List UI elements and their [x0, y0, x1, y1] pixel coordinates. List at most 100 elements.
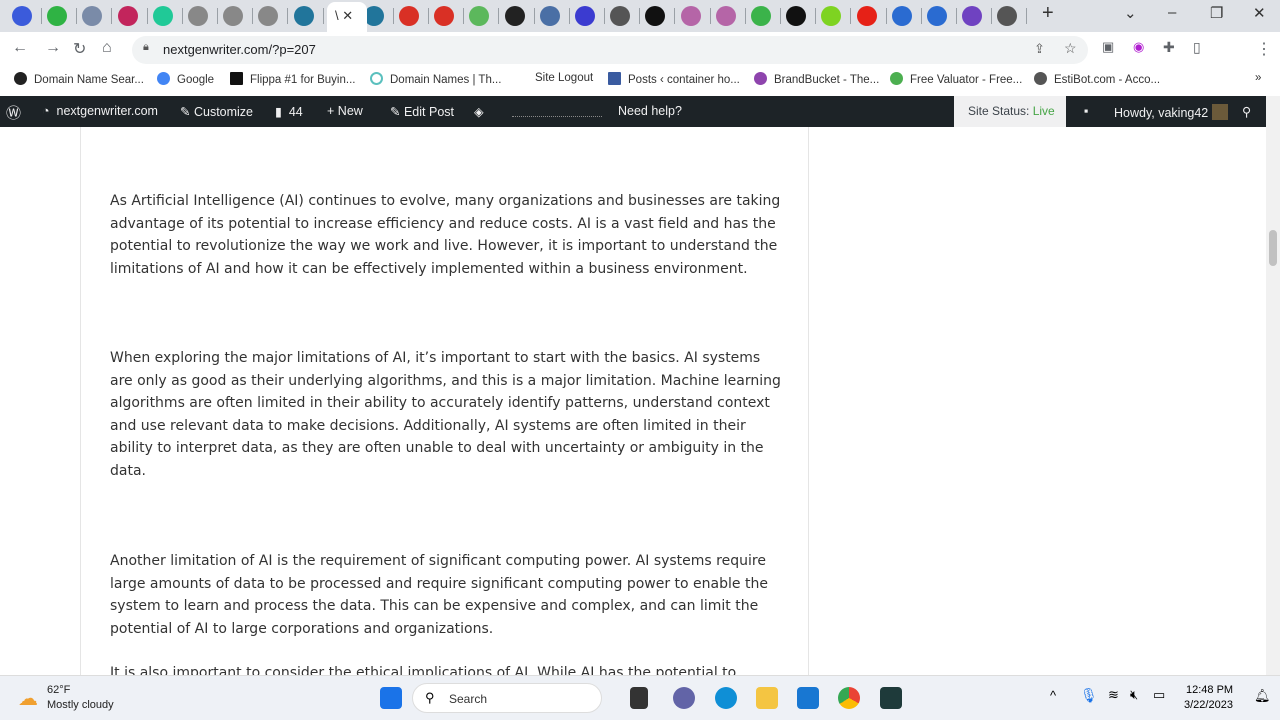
file-explorer-icon[interactable] [756, 687, 778, 709]
volume-muted-icon[interactable]: 🔇︎ [1130, 687, 1138, 703]
menu-icon[interactable]: ⋮ [1256, 39, 1272, 59]
url-text[interactable]: nextgenwriter.com/?p=207 [163, 42, 316, 57]
tab-favicon[interactable] [645, 6, 666, 26]
bookmark[interactable]: BrandBucket - The... [754, 72, 879, 86]
tab-strip [0, 0, 1280, 32]
star-icon[interactable]: ☆ [1064, 40, 1077, 57]
bookmark-label: EstiBot.com - Acco... [1054, 74, 1161, 86]
search-icon: ⚲ [425, 690, 435, 705]
tab-favicon[interactable] [434, 6, 455, 26]
terminal-app-icon[interactable] [880, 687, 902, 709]
bookmark[interactable]: Flippa #1 for Buyin... [230, 72, 355, 86]
temperature[interactable]: 62°F [47, 684, 70, 696]
mail-icon[interactable] [797, 687, 819, 709]
tab-favicon[interactable] [539, 6, 560, 26]
microphone-icon[interactable]: 🎙︎ [1080, 687, 1098, 704]
bookmark[interactable]: Google [157, 72, 214, 86]
tab-favicon[interactable] [223, 6, 244, 26]
tab-favicon[interactable] [610, 6, 631, 26]
edge-icon[interactable] [715, 687, 737, 709]
reload-icon[interactable]: ↻ [73, 39, 86, 59]
weather-text[interactable]: Mostly cloudy [47, 699, 114, 711]
taskbar-search[interactable]: ⚲ Search [412, 683, 602, 713]
extension-icon[interactable]: ▣ [1102, 39, 1114, 55]
bookmark[interactable]: Posts ‹ container ho... [608, 72, 740, 86]
tab-favicon[interactable] [12, 6, 32, 26]
extension-icon[interactable]: ◉ [1133, 39, 1144, 55]
account-menu[interactable]: Howdy, vaking42 [1114, 104, 1228, 120]
clock-time[interactable]: 12:48 PM [1186, 684, 1233, 696]
tab-favicon[interactable] [962, 6, 983, 26]
edit-post-link[interactable]: ✎ Edit Post [390, 104, 454, 119]
home-icon[interactable]: ⌂ [102, 39, 112, 57]
minimize-icon[interactable]: – [1168, 4, 1176, 21]
search-icon[interactable]: ⚲ [1242, 104, 1251, 119]
scrollbar[interactable] [1266, 96, 1280, 675]
tab-separator [322, 8, 324, 24]
tab-separator [217, 8, 218, 24]
tab-favicon[interactable] [927, 6, 947, 26]
tab-separator [674, 8, 676, 24]
tab-favicon[interactable] [258, 6, 279, 26]
start-icon[interactable] [380, 687, 402, 709]
tab-favicon[interactable] [469, 6, 490, 26]
more-bookmarks-icon[interactable]: » [1255, 72, 1261, 84]
tab-favicon[interactable] [680, 6, 701, 26]
customize-label: Customize [193, 105, 254, 119]
tab-favicon[interactable] [856, 6, 877, 26]
chrome-icon[interactable] [838, 687, 860, 709]
tab-favicon[interactable] [504, 6, 525, 26]
admin-site-link[interactable]: ◔ nextgenwriter.com [42, 104, 158, 118]
site-status[interactable]: Site Status: Live [954, 96, 1066, 127]
side-panel-icon[interactable]: ▯ [1193, 39, 1201, 56]
diamond-icon[interactable]: ◈ [474, 104, 484, 119]
stats-sparkline[interactable] [512, 116, 602, 117]
tab-favicon[interactable] [891, 6, 912, 26]
tab-title: \ [335, 8, 339, 23]
tab-favicon[interactable] [293, 6, 314, 26]
wordpress-logo-icon[interactable]: Ⓦ [6, 102, 21, 123]
need-help-link[interactable]: Need help? [618, 104, 682, 118]
address-bar[interactable]: 🔒︎ nextgenwriter.com/?p=207 ⇪ ☆ [132, 36, 1088, 64]
comments-link[interactable]: ▮ 44 [275, 104, 303, 119]
battery-icon[interactable]: ▭ [1153, 687, 1165, 703]
puzzle-icon[interactable]: ✚ [1163, 39, 1175, 56]
active-tab[interactable]: \ ✕ [327, 2, 367, 32]
tab-favicon[interactable] [821, 6, 842, 26]
tab-favicon[interactable] [786, 6, 807, 26]
tab-favicon[interactable] [117, 6, 138, 26]
tab-favicon[interactable] [47, 6, 68, 26]
tab-favicon[interactable] [82, 6, 103, 26]
bookmark[interactable]: EstiBot.com - Acco... [1034, 72, 1160, 86]
close-window-icon[interactable]: ✕ [1253, 4, 1266, 22]
new-link[interactable]: + New [327, 104, 363, 118]
clock-date[interactable]: 3/22/2023 [1184, 699, 1233, 711]
forward-icon[interactable]: → [45, 39, 61, 57]
tab-favicon[interactable] [997, 6, 1018, 26]
close-tab-icon[interactable]: ✕ [342, 8, 353, 23]
tab-favicon[interactable] [399, 6, 419, 26]
tab-separator [146, 8, 148, 24]
notification-icon[interactable]: ▪ [1084, 104, 1088, 118]
app-icon[interactable] [630, 687, 648, 709]
restore-icon[interactable]: ❐ [1210, 4, 1223, 22]
back-icon[interactable]: ← [12, 39, 28, 57]
scrollbar-thumb[interactable] [1269, 230, 1277, 266]
bookmark[interactable]: Free Valuator - Free... [890, 72, 1022, 86]
tab-favicon[interactable] [152, 6, 173, 26]
customize-link[interactable]: ✎ Customize [180, 104, 253, 119]
tab-favicon[interactable] [751, 6, 771, 26]
share-icon[interactable]: ⇪ [1034, 41, 1045, 57]
tab-favicon[interactable] [575, 6, 595, 26]
wifi-icon[interactable]: ≋ [1108, 687, 1119, 703]
bookmark[interactable]: Domain Name Sear... [14, 72, 144, 86]
tab-search-icon[interactable]: ⌄ [1124, 4, 1137, 22]
new-tab-icon[interactable]: + [1042, 2, 1054, 25]
teams-icon[interactable] [673, 687, 695, 709]
notifications-icon[interactable]: 🔔︎ [1254, 688, 1271, 704]
tab-favicon[interactable] [715, 6, 736, 26]
tray-chevron-icon[interactable]: ^ [1050, 688, 1056, 703]
bookmark[interactable]: Site Logout [535, 72, 593, 84]
bookmark[interactable]: Domain Names | Th... [370, 72, 501, 86]
tab-favicon[interactable] [188, 6, 208, 26]
